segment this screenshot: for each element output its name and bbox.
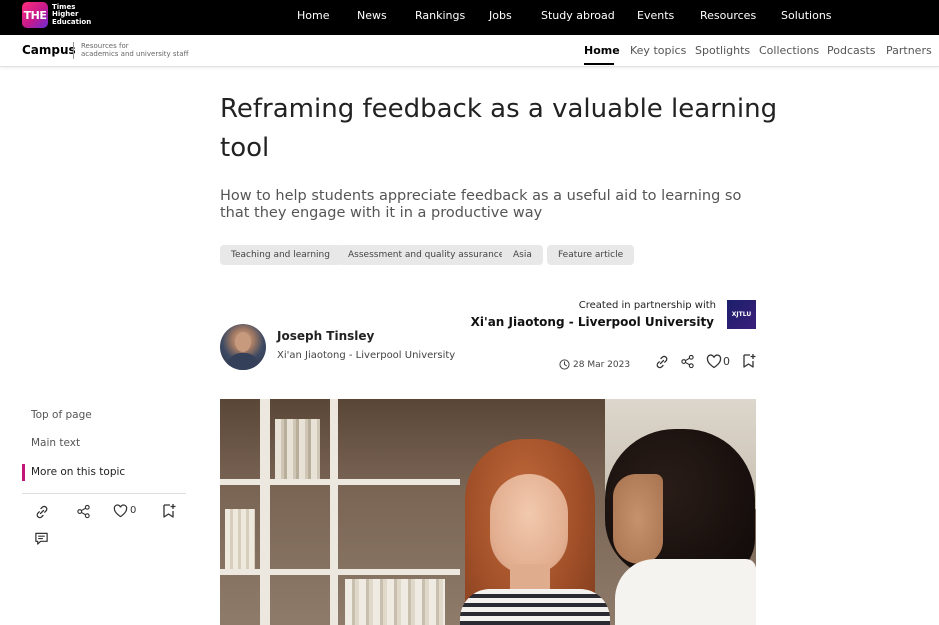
heart-icon[interactable] xyxy=(706,354,722,369)
sidebar-like-count: 0 xyxy=(130,505,137,516)
sidebar-share-icon[interactable] xyxy=(76,504,91,519)
campus-nav-collections[interactable]: Collections xyxy=(759,44,819,57)
nav-study-abroad[interactable]: Study abroad xyxy=(541,9,615,22)
sidebar-active-indicator xyxy=(22,464,25,481)
woman-left-face xyxy=(490,474,568,574)
tag-assessment-quality[interactable]: Assessment and quality assurance xyxy=(337,245,516,265)
publish-date: 28 Mar 2023 xyxy=(559,355,630,374)
tag-asia[interactable]: Asia xyxy=(502,245,543,265)
article-subtitle: How to help students appreciate feedback… xyxy=(220,188,742,221)
sidebar-link-main-text[interactable]: Main text xyxy=(31,437,80,449)
campus-subtitle: Resources for academics and university s… xyxy=(81,42,188,58)
clock-icon xyxy=(559,355,570,374)
sidebar-bookmark-add-icon[interactable] xyxy=(162,503,176,519)
books xyxy=(345,579,445,625)
shelf-post xyxy=(260,399,270,625)
author-avatar[interactable] xyxy=(220,324,266,370)
campus-nav-podcasts[interactable]: Podcasts xyxy=(827,44,876,57)
author-name[interactable]: Joseph Tinsley xyxy=(277,329,374,343)
campus-title[interactable]: Campus xyxy=(22,43,76,57)
campus-nav-home[interactable]: Home xyxy=(584,44,620,57)
share-icon[interactable] xyxy=(680,354,695,369)
sidebar-link-icon[interactable] xyxy=(34,504,50,520)
campus-subtitle-line-1: Resources for xyxy=(81,42,129,50)
nav-events[interactable]: Events xyxy=(637,9,674,22)
campus-nav-partners[interactable]: Partners xyxy=(886,44,932,57)
campus-subtitle-line-2: academics and university staff xyxy=(81,50,189,58)
shelf-board xyxy=(220,569,460,575)
nav-home[interactable]: Home xyxy=(297,9,329,22)
logo-mark: THE xyxy=(22,2,48,28)
nav-solutions[interactable]: Solutions xyxy=(781,9,832,22)
date-text: 28 Mar 2023 xyxy=(573,359,631,370)
sidebar-link-more-on-topic[interactable]: More on this topic xyxy=(31,466,125,478)
tag-teaching-and-learning[interactable]: Teaching and learning xyxy=(220,245,341,265)
avatar-body xyxy=(227,353,259,370)
sidebar-heart-icon[interactable] xyxy=(113,504,128,518)
author-affiliation: Xi'an Jiaotong - Liverpool University xyxy=(277,350,456,361)
partner-name[interactable]: Xi'an Jiaotong - Liverpool University xyxy=(471,315,714,329)
woman-right-face xyxy=(613,474,663,564)
nav-resources[interactable]: Resources xyxy=(700,9,756,22)
top-navigation-bar: THE Times Higher Education Home News Ran… xyxy=(0,0,939,35)
books xyxy=(225,509,255,569)
campus-nav-spotlights[interactable]: Spotlights xyxy=(695,44,750,57)
sidebar-comment-icon[interactable] xyxy=(34,531,49,546)
tag-feature-article[interactable]: Feature article xyxy=(547,245,635,265)
sidebar-divider xyxy=(22,493,186,494)
campus-bar: Campus Resources for academics and unive… xyxy=(0,35,939,67)
partner-logo[interactable]: XJTLU xyxy=(727,300,756,329)
article-hero-image xyxy=(220,399,756,625)
logo-line-3: Education xyxy=(52,17,92,26)
campus-nav-active-indicator xyxy=(584,63,614,65)
woman-left-striped-top xyxy=(460,589,610,625)
shelf-post xyxy=(330,399,338,625)
partner-label: Created in partnership with xyxy=(578,300,716,311)
books xyxy=(275,419,320,479)
campus-nav-key-topics[interactable]: Key topics xyxy=(630,44,686,57)
nav-jobs[interactable]: Jobs xyxy=(489,9,512,22)
link-icon[interactable] xyxy=(654,354,670,370)
shelf-board xyxy=(220,479,460,485)
bookmark-add-icon[interactable] xyxy=(742,353,756,369)
woman-right-top xyxy=(615,559,756,625)
nav-rankings[interactable]: Rankings xyxy=(415,9,465,22)
sidebar-link-top-of-page[interactable]: Top of page xyxy=(31,409,92,421)
article-title: Reframing feedback as a valuable learnin… xyxy=(220,94,778,163)
avatar-head xyxy=(235,332,251,352)
campus-divider xyxy=(73,42,74,59)
like-count: 0 xyxy=(723,355,730,368)
logo-text: Times Higher Education xyxy=(52,3,92,27)
the-logo[interactable]: THE Times Higher Education xyxy=(22,2,91,28)
nav-news[interactable]: News xyxy=(357,9,387,22)
